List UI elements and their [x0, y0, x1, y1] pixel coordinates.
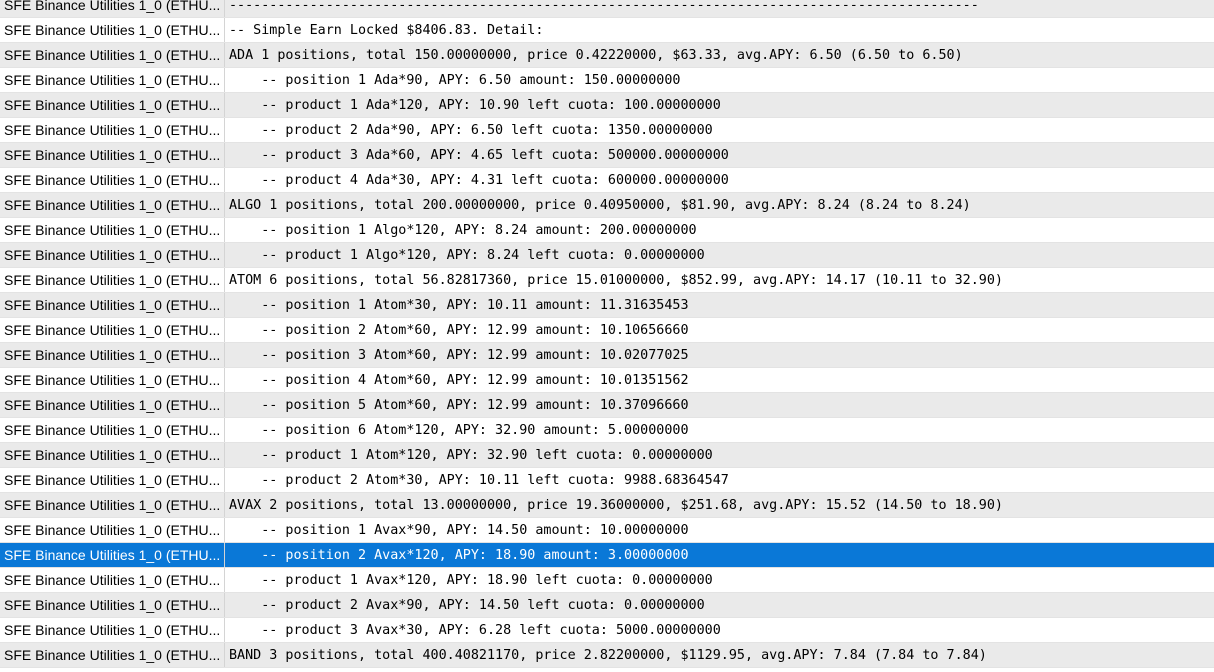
log-row[interactable]: SFE Binance Utilities 1_0 (ETHU... -- pr…	[0, 243, 1214, 268]
log-source-cell: SFE Binance Utilities 1_0 (ETHU...	[0, 518, 225, 542]
log-source-cell: SFE Binance Utilities 1_0 (ETHU...	[0, 418, 225, 442]
log-message-cell: ATOM 6 positions, total 56.82817360, pri…	[229, 273, 1003, 288]
log-message-cell: -- product 2 Avax*90, APY: 14.50 left cu…	[229, 598, 705, 613]
log-message-cell: -- position 1 Algo*120, APY: 8.24 amount…	[229, 223, 697, 238]
log-message-cell: -- position 2 Avax*120, APY: 18.90 amoun…	[229, 548, 689, 563]
log-source-cell: SFE Binance Utilities 1_0 (ETHU...	[0, 43, 225, 67]
log-message-cell: -- position 5 Atom*60, APY: 12.99 amount…	[229, 398, 689, 413]
log-source-cell: SFE Binance Utilities 1_0 (ETHU...	[0, 268, 225, 292]
log-source-cell: SFE Binance Utilities 1_0 (ETHU...	[0, 168, 225, 192]
log-row[interactable]: SFE Binance Utilities 1_0 (ETHU... -- pr…	[0, 593, 1214, 618]
log-row[interactable]: SFE Binance Utilities 1_0 (ETHU... -- po…	[0, 368, 1214, 393]
log-row[interactable]: SFE Binance Utilities 1_0 (ETHU... -- po…	[0, 218, 1214, 243]
log-row[interactable]: SFE Binance Utilities 1_0 (ETHU... -- pr…	[0, 168, 1214, 193]
log-source-cell: SFE Binance Utilities 1_0 (ETHU...	[0, 218, 225, 242]
log-source-cell: SFE Binance Utilities 1_0 (ETHU...	[0, 618, 225, 642]
log-source-cell: SFE Binance Utilities 1_0 (ETHU...	[0, 318, 225, 342]
log-row[interactable]: SFE Binance Utilities 1_0 (ETHU... ALGO 1…	[0, 193, 1214, 218]
log-row[interactable]: SFE Binance Utilities 1_0 (ETHU... BAND 3…	[0, 643, 1214, 668]
log-message-cell: -- product 2 Ada*90, APY: 6.50 left cuot…	[229, 123, 713, 138]
log-list[interactable]: SFE Binance Utilities 1_0 (ETHU... ------…	[0, 0, 1214, 668]
log-source-cell: SFE Binance Utilities 1_0 (ETHU...	[0, 143, 225, 167]
log-row[interactable]: SFE Binance Utilities 1_0 (ETHU... -- Sim…	[0, 18, 1214, 43]
log-row[interactable]: SFE Binance Utilities 1_0 (ETHU... ------…	[0, 0, 1214, 18]
log-message-cell: ADA 1 positions, total 150.00000000, pri…	[229, 48, 963, 63]
log-message-cell: ----------------------------------------…	[229, 0, 979, 13]
log-message-cell: -- position 6 Atom*120, APY: 32.90 amoun…	[229, 423, 689, 438]
log-row[interactable]: SFE Binance Utilities 1_0 (ETHU... -- pr…	[0, 93, 1214, 118]
log-message-cell: -- product 4 Ada*30, APY: 4.31 left cuot…	[229, 173, 729, 188]
log-message-cell: -- product 2 Atom*30, APY: 10.11 left cu…	[229, 473, 729, 488]
log-row[interactable]: SFE Binance Utilities 1_0 (ETHU... ADA 1 …	[0, 43, 1214, 68]
log-source-cell: SFE Binance Utilities 1_0 (ETHU...	[0, 118, 225, 142]
log-source-cell: SFE Binance Utilities 1_0 (ETHU...	[0, 543, 225, 567]
log-source-cell: SFE Binance Utilities 1_0 (ETHU...	[0, 643, 225, 667]
log-row[interactable]: SFE Binance Utilities 1_0 (ETHU... -- po…	[0, 68, 1214, 93]
log-row[interactable]: SFE Binance Utilities 1_0 (ETHU... -- po…	[0, 393, 1214, 418]
log-message-cell: AVAX 2 positions, total 13.00000000, pri…	[229, 498, 1003, 513]
log-source-cell: SFE Binance Utilities 1_0 (ETHU...	[0, 343, 225, 367]
log-message-cell: -- position 1 Atom*30, APY: 10.11 amount…	[229, 298, 689, 313]
log-message-cell: -- product 1 Algo*120, APY: 8.24 left cu…	[229, 248, 705, 263]
log-source-cell: SFE Binance Utilities 1_0 (ETHU...	[0, 243, 225, 267]
log-row[interactable]: SFE Binance Utilities 1_0 (ETHU... -- pr…	[0, 118, 1214, 143]
log-source-cell: SFE Binance Utilities 1_0 (ETHU...	[0, 193, 225, 217]
log-row[interactable]: SFE Binance Utilities 1_0 (ETHU... -- pr…	[0, 143, 1214, 168]
log-source-cell: SFE Binance Utilities 1_0 (ETHU...	[0, 293, 225, 317]
log-row[interactable]: SFE Binance Utilities 1_0 (ETHU... -- po…	[0, 418, 1214, 443]
log-source-cell: SFE Binance Utilities 1_0 (ETHU...	[0, 18, 225, 42]
log-source-cell: SFE Binance Utilities 1_0 (ETHU...	[0, 0, 225, 17]
log-row[interactable]: SFE Binance Utilities 1_0 (ETHU... -- pr…	[0, 618, 1214, 643]
log-source-cell: SFE Binance Utilities 1_0 (ETHU...	[0, 368, 225, 392]
log-row[interactable]: SFE Binance Utilities 1_0 (ETHU... -- pr…	[0, 468, 1214, 493]
log-message-cell: -- position 4 Atom*60, APY: 12.99 amount…	[229, 373, 689, 388]
log-message-cell: -- product 3 Avax*30, APY: 6.28 left cuo…	[229, 623, 721, 638]
log-message-cell: -- Simple Earn Locked $8406.83. Detail:	[229, 23, 544, 38]
log-message-cell: -- position 3 Atom*60, APY: 12.99 amount…	[229, 348, 689, 363]
log-row[interactable]: SFE Binance Utilities 1_0 (ETHU... -- pr…	[0, 568, 1214, 593]
log-source-cell: SFE Binance Utilities 1_0 (ETHU...	[0, 468, 225, 492]
log-message-cell: -- product 1 Atom*120, APY: 32.90 left c…	[229, 448, 713, 463]
log-message-cell: -- position 1 Ada*90, APY: 6.50 amount: …	[229, 73, 681, 88]
log-row[interactable]: SFE Binance Utilities 1_0 (ETHU... -- po…	[0, 518, 1214, 543]
log-message-cell: BAND 3 positions, total 400.40821170, pr…	[229, 648, 987, 663]
log-row[interactable]: SFE Binance Utilities 1_0 (ETHU... AVAX 2…	[0, 493, 1214, 518]
log-message-cell: -- position 1 Avax*90, APY: 14.50 amount…	[229, 523, 689, 538]
log-source-cell: SFE Binance Utilities 1_0 (ETHU...	[0, 443, 225, 467]
log-message-cell: -- product 1 Avax*120, APY: 18.90 left c…	[229, 573, 713, 588]
log-source-cell: SFE Binance Utilities 1_0 (ETHU...	[0, 93, 225, 117]
log-row[interactable]: SFE Binance Utilities 1_0 (ETHU... ATOM 6…	[0, 268, 1214, 293]
log-source-cell: SFE Binance Utilities 1_0 (ETHU...	[0, 593, 225, 617]
log-row[interactable]: SFE Binance Utilities 1_0 (ETHU... -- po…	[0, 343, 1214, 368]
log-row[interactable]: SFE Binance Utilities 1_0 (ETHU... -- po…	[0, 318, 1214, 343]
log-message-cell: -- product 3 Ada*60, APY: 4.65 left cuot…	[229, 148, 729, 163]
log-source-cell: SFE Binance Utilities 1_0 (ETHU...	[0, 393, 225, 417]
log-source-cell: SFE Binance Utilities 1_0 (ETHU...	[0, 568, 225, 592]
log-row[interactable]: SFE Binance Utilities 1_0 (ETHU... -- po…	[0, 293, 1214, 318]
log-message-cell: -- position 2 Atom*60, APY: 12.99 amount…	[229, 323, 689, 338]
log-message-cell: ALGO 1 positions, total 200.00000000, pr…	[229, 198, 971, 213]
log-row-selected[interactable]: SFE Binance Utilities 1_0 (ETHU... -- po…	[0, 543, 1214, 568]
log-source-cell: SFE Binance Utilities 1_0 (ETHU...	[0, 493, 225, 517]
log-row[interactable]: SFE Binance Utilities 1_0 (ETHU... -- pr…	[0, 443, 1214, 468]
log-message-cell: -- product 1 Ada*120, APY: 10.90 left cu…	[229, 98, 721, 113]
log-source-cell: SFE Binance Utilities 1_0 (ETHU...	[0, 68, 225, 92]
